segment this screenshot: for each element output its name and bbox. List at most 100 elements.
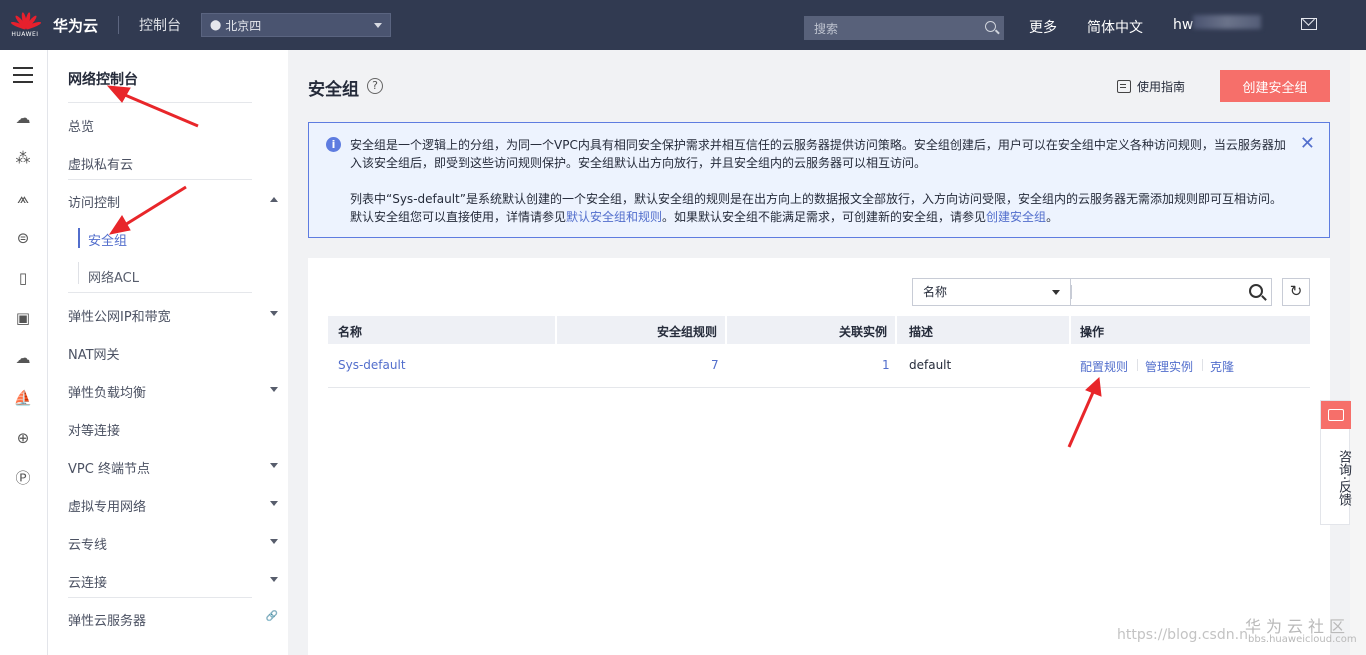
notice-text: 安全组是一个逻辑上的分组，为同一个VPC内具有相同安全保护需求并相互信任的云服务… <box>350 136 1288 244</box>
chevron-down-icon <box>270 539 278 544</box>
column-divider <box>725 316 727 344</box>
sidebar-item-label: 弹性云服务器 <box>68 614 147 629</box>
server-icon[interactable]: ▣ <box>13 308 33 328</box>
sidebar-item-cloud-connect[interactable]: 云连接 <box>68 572 278 591</box>
region-select[interactable]: ⬤ 北京四 <box>201 13 392 37</box>
huawei-logo[interactable]: HUAWEI <box>0 0 50 50</box>
search-icon[interactable] <box>985 21 996 32</box>
user-guide-link[interactable]: 使用指南 <box>1117 78 1185 95</box>
column-divider <box>1069 316 1071 344</box>
language-menu[interactable]: 简体中文 <box>1087 17 1143 37</box>
console-link[interactable]: 控制台 <box>139 15 181 35</box>
notice-text-segment: 。如果默认安全组不能满足需求，可创建新的安全组，请参见 <box>662 210 987 224</box>
sidebar-item-vpcep[interactable]: VPC 终端节点 <box>68 458 278 477</box>
filter-field-value: 名称 <box>923 285 948 299</box>
sidebar-item-label: 云专线 <box>68 538 108 553</box>
sidebar-item-label: VPC 终端节点 <box>68 462 150 477</box>
column-header-name[interactable]: 名称 <box>338 323 362 340</box>
consult-feedback-label: 咨询·反馈 <box>1336 449 1351 507</box>
manage-instances-link[interactable]: 管理实例 <box>1145 358 1193 375</box>
page-scrollbar[interactable] <box>1350 50 1366 655</box>
sidebar-item-access-control[interactable]: 访问控制 <box>68 192 278 211</box>
username-blur <box>1193 15 1261 29</box>
globe-icon[interactable]: ⊕ <box>13 428 33 448</box>
sidebar-item-vpn[interactable]: 虚拟专用网络 <box>68 496 278 515</box>
search-input[interactable]: 搜索 <box>804 16 1004 40</box>
instances-count-link[interactable]: 1 <box>882 358 890 372</box>
active-indicator <box>78 228 80 248</box>
chevron-down-icon <box>1052 290 1060 295</box>
divider <box>68 102 252 103</box>
divider <box>68 292 252 293</box>
divider <box>68 597 252 598</box>
op-divider <box>1202 359 1203 371</box>
sidebar-item-security-group[interactable]: 安全组 <box>88 230 127 249</box>
create-sg-doc-link[interactable]: 创建安全组 <box>986 210 1046 224</box>
filter-field-select[interactable]: 名称 <box>912 278 1070 306</box>
sub-divider <box>78 262 79 284</box>
chevron-down-icon <box>270 387 278 392</box>
chevron-down-icon <box>270 501 278 506</box>
sidebar-item-eip[interactable]: 弹性公网IP和带宽 <box>68 306 278 325</box>
more-menu[interactable]: 更多 <box>1029 17 1057 37</box>
sidebar: 网络控制台 总览 虚拟私有云 访问控制 安全组 网络ACL 弹性公网IP和带宽 … <box>48 50 288 655</box>
sidebar-item-elb[interactable]: 弹性负载均衡 <box>68 382 278 401</box>
create-security-group-button[interactable]: 创建安全组 <box>1220 70 1330 102</box>
security-group-name-link[interactable]: Sys-default <box>338 358 406 372</box>
chat-icon <box>1321 401 1351 429</box>
rules-count-link[interactable]: 7 <box>711 358 719 372</box>
chevron-down-icon <box>270 577 278 582</box>
guide-icon <box>1117 80 1131 93</box>
sidebar-item-direct-connect[interactable]: 云专线 <box>68 534 278 553</box>
close-icon[interactable]: ✕ <box>1300 135 1315 153</box>
search-placeholder: 搜索 <box>814 21 839 36</box>
top-bar: HUAWEI 华为云 控制台 ⬤ 北京四 <box>0 0 1366 50</box>
cloud-icon[interactable]: ☁ <box>13 108 33 128</box>
region-value: 北京四 <box>225 18 262 33</box>
search-icon[interactable] <box>1249 284 1263 298</box>
document-icon[interactable]: ▯ <box>13 268 33 288</box>
consult-feedback-widget[interactable]: 咨询·反馈 <box>1320 400 1351 525</box>
cluster-icon[interactable]: ⁂ <box>13 148 33 168</box>
mail-icon[interactable] <box>1301 18 1317 30</box>
refresh-button[interactable]: ↻ <box>1282 278 1310 306</box>
chevron-up-icon <box>270 197 278 202</box>
menu-icon[interactable] <box>13 67 33 83</box>
clone-link[interactable]: 克隆 <box>1210 358 1234 375</box>
chevron-down-icon <box>374 23 383 28</box>
help-icon[interactable]: ? <box>367 78 383 94</box>
security-group-panel: 名称 ↻ 名称 安全组规则 关联实例 描述 操作 Sys-default 7 1… <box>308 258 1330 655</box>
sidebar-item-label: 云连接 <box>68 576 108 591</box>
divider <box>118 16 120 34</box>
sidebar-item-ecs[interactable]: 弹性云服务器 🔗 <box>68 610 278 629</box>
configure-rules-link[interactable]: 配置规则 <box>1080 358 1128 375</box>
csdn-watermark: https://blog.csdn.n <box>1117 627 1248 643</box>
ip-icon[interactable]: Ⓟ <box>13 468 33 488</box>
user-menu[interactable]: hw <box>1173 17 1193 33</box>
page-title: 安全组 <box>308 80 359 100</box>
sidebar-item-network-acl[interactable]: 网络ACL <box>88 267 139 286</box>
storage-icon[interactable]: ⊜ <box>13 228 33 248</box>
network-icon[interactable]: ⩕ <box>13 188 33 208</box>
bbs-watermark: bbs.huaweicloud.com <box>1248 634 1357 645</box>
column-header-instances[interactable]: 关联实例 <box>839 323 887 340</box>
sidebar-item-nat[interactable]: NAT网关 <box>68 344 278 363</box>
sidebar-item-label: 弹性公网IP和带宽 <box>68 310 171 325</box>
sidebar-item-overview[interactable]: 总览 <box>68 116 278 135</box>
sidebar-item-label: 弹性负载均衡 <box>68 386 147 401</box>
brand-name[interactable]: 华为云 <box>53 15 98 36</box>
chevron-down-icon <box>270 311 278 316</box>
divider <box>68 179 252 180</box>
column-header-description: 描述 <box>909 325 934 339</box>
sailboat-icon[interactable]: ⛵ <box>13 388 33 408</box>
column-header-operations: 操作 <box>1080 325 1105 339</box>
sidebar-item-label: 虚拟专用网络 <box>68 500 147 515</box>
sidebar-item-vpc[interactable]: 虚拟私有云 <box>68 154 278 173</box>
filter-search-input[interactable] <box>1070 278 1272 306</box>
cloud-upload-icon[interactable]: ☁ <box>13 348 33 368</box>
chevron-down-icon <box>270 463 278 468</box>
default-sg-rules-link[interactable]: 默认安全组和规则 <box>566 210 662 224</box>
column-header-rules[interactable]: 安全组规则 <box>657 323 717 340</box>
sidebar-item-label: 访问控制 <box>68 196 121 211</box>
sidebar-item-peering[interactable]: 对等连接 <box>68 420 278 439</box>
